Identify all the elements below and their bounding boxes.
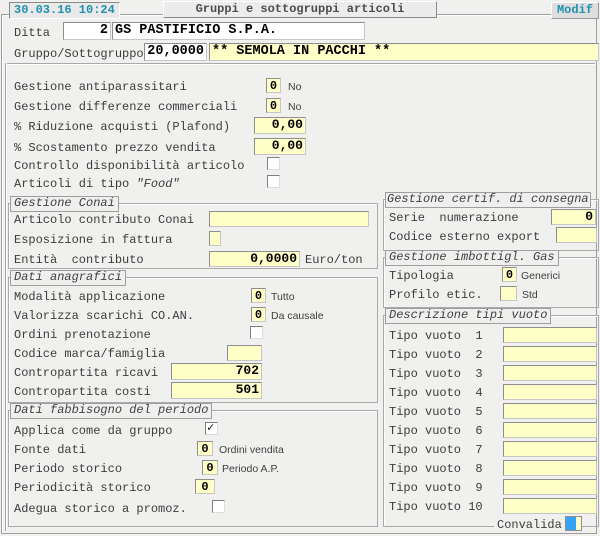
valorizza-label: Valorizza scarichi CO.AN.	[14, 309, 194, 323]
tipo-vuoto-5-field[interactable]	[503, 403, 597, 419]
gruppo-desc-field[interactable]: ** SEMOLA IN PACCHI **	[209, 43, 599, 61]
tipo-vuoto-5-label: Tipo vuoto 5	[389, 405, 483, 419]
codice-export-label: Codice esterno export	[389, 230, 540, 244]
controllo-checkbox[interactable]	[267, 157, 280, 170]
ditta-code-field[interactable]: 2	[63, 22, 111, 40]
periodo-field[interactable]: 0	[202, 460, 218, 475]
modalita-field[interactable]: 0	[251, 288, 266, 303]
periodicita-field[interactable]: 0	[195, 479, 215, 494]
tipo-vuoto-1-label: Tipo vuoto 1	[389, 329, 483, 343]
differenze-desc: No	[288, 100, 301, 114]
ditta-name-field[interactable]: GS PASTIFICIO S.P.A.	[112, 22, 365, 40]
riduzione-field[interactable]: 0,00	[254, 117, 306, 134]
adegua-checkbox[interactable]	[212, 500, 225, 513]
inner-frame-line	[5, 63, 6, 531]
costi-label: Contropartita costi	[14, 385, 151, 399]
valorizza-field[interactable]: 0	[251, 307, 266, 322]
fonte-label: Fonte dati	[14, 443, 86, 457]
datetime-status: 30.03.16 10:24	[9, 2, 120, 19]
conai-articolo-label: Articolo contributo Conai	[14, 213, 194, 227]
codice-export-field[interactable]	[556, 227, 597, 243]
adegua-label: Adegua storico a promoz.	[14, 502, 187, 516]
modalita-desc: Tutto	[271, 290, 295, 304]
conai-esposizione-field[interactable]	[209, 231, 221, 246]
riduzione-label: % Riduzione acquisti (Plafond)	[14, 120, 230, 134]
profilo-desc: Std	[522, 288, 538, 302]
antiparassitari-desc: No	[288, 80, 301, 94]
costi-field[interactable]: 501	[171, 382, 262, 399]
differenze-field[interactable]: 0	[266, 98, 281, 113]
applica-label: Applica come da gruppo	[14, 424, 172, 438]
conai-entita-suffix: Euro/ton	[305, 253, 363, 267]
scostamento-label: % Scostamento prezzo vendita	[14, 141, 216, 155]
tipologia-desc: Generici	[521, 269, 560, 283]
tipo-vuoto-1-field[interactable]	[503, 327, 597, 343]
tipo-vuoto-7-field[interactable]	[503, 441, 597, 457]
tipo-vuoto-9-field[interactable]	[503, 479, 597, 495]
tipo-vuoto-2-field[interactable]	[503, 346, 597, 362]
fabbisogno-group-title: Dati fabbisogno del periodo	[10, 403, 212, 419]
app-window: 30.03.16 10:24 Gruppi e sottogruppi arti…	[0, 0, 600, 536]
convalida-label: Convalida	[494, 518, 565, 532]
tipo-vuoto-4-field[interactable]	[503, 384, 597, 400]
tipo-vuoto-10-field[interactable]	[503, 498, 597, 514]
ordini-label: Ordini prenotazione	[14, 328, 151, 342]
food-label: Articoli di tipo "Food"	[14, 177, 180, 191]
ricavi-field[interactable]: 702	[171, 363, 262, 380]
periodo-desc: Periodo A.P.	[222, 462, 279, 476]
serie-label: Serie numerazione	[389, 211, 519, 225]
profilo-label: Profilo etic.	[389, 288, 483, 302]
convalida-input[interactable]	[565, 516, 582, 531]
gruppo-label: Gruppo/Sottogruppo	[14, 47, 144, 61]
controllo-label: Controllo disponibilità articolo	[14, 159, 244, 173]
tipo-vuoto-7-label: Tipo vuoto 7	[389, 443, 483, 457]
marca-field[interactable]	[227, 345, 262, 361]
text-cursor	[566, 517, 576, 530]
certif-group-title: Gestione certif. di consegna	[385, 192, 591, 208]
tipologia-label: Tipologia	[389, 269, 454, 283]
tipologia-field[interactable]: 0	[502, 267, 517, 282]
ditta-label: Ditta	[14, 26, 50, 40]
mode-badge: Modif	[551, 2, 599, 19]
conai-entita-label: Entità contributo	[14, 253, 144, 267]
tipo-vuoto-3-field[interactable]	[503, 365, 597, 381]
header-divider	[5, 63, 595, 64]
profilo-field[interactable]	[500, 286, 517, 301]
page-title: Gruppi e sottogruppi articoli	[163, 1, 437, 18]
anagrafici-group-title: Dati anagrafici	[10, 270, 126, 286]
tipo-vuoto-6-field[interactable]	[503, 422, 597, 438]
valorizza-desc: Da causale	[271, 309, 324, 323]
conai-entita-field[interactable]: 0,0000	[209, 251, 300, 267]
modalita-label: Modalità applicazione	[14, 290, 165, 304]
periodo-label: Periodo storico	[14, 462, 122, 476]
fonte-field[interactable]: 0	[197, 441, 213, 456]
periodicita-label: Periodicità storico	[14, 481, 151, 495]
fonte-desc: Ordini vendita	[219, 443, 284, 457]
ordini-checkbox[interactable]	[250, 326, 263, 339]
marca-label: Codice marca/famiglia	[14, 347, 165, 361]
tipo-vuoto-8-field[interactable]	[503, 460, 597, 476]
conai-articolo-field[interactable]	[209, 211, 369, 227]
scostamento-field[interactable]: 0,00	[254, 138, 306, 155]
tipi-vuoto-group-title: Descrizione tipi vuoto	[385, 308, 551, 324]
ricavi-label: Contropartita ricavi	[14, 366, 158, 380]
differenze-label: Gestione differenze commerciali	[14, 100, 237, 114]
gas-group-title: Gestione imbottigl. Gas	[385, 250, 559, 266]
gruppo-code-field[interactable]: 20,0000	[144, 43, 207, 61]
tipo-vuoto-4-label: Tipo vuoto 4	[389, 386, 483, 400]
tipo-vuoto-9-label: Tipo vuoto 9	[389, 481, 483, 495]
serie-field[interactable]: 0	[551, 209, 596, 225]
conai-group-title: Gestione Conai	[10, 196, 119, 212]
tipo-vuoto-2-label: Tipo vuoto 2	[389, 348, 483, 362]
tipo-vuoto-8-label: Tipo vuoto 8	[389, 462, 483, 476]
food-checkbox[interactable]	[267, 175, 280, 188]
antiparassitari-label: Gestione antiparassitari	[14, 80, 187, 94]
antiparassitari-field[interactable]: 0	[266, 78, 281, 93]
applica-checkbox[interactable]	[205, 422, 218, 435]
conai-esposizione-label: Esposizione in fattura	[14, 233, 172, 247]
tipo-vuoto-6-label: Tipo vuoto 6	[389, 424, 483, 438]
tipo-vuoto-3-label: Tipo vuoto 3	[389, 367, 483, 381]
tipo-vuoto-10-label: Tipo vuoto 10	[389, 500, 483, 514]
